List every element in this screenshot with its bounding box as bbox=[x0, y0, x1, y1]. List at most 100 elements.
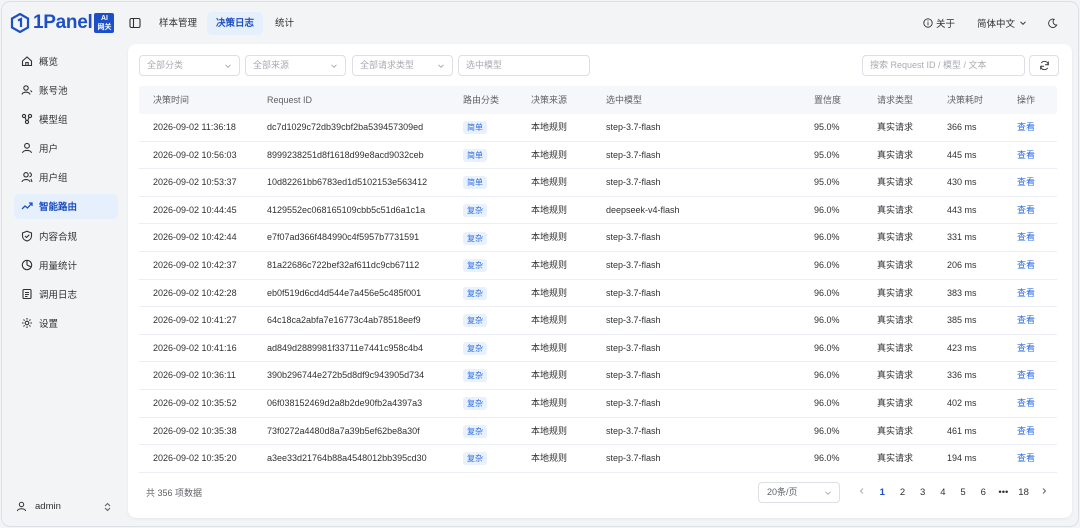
about-link[interactable]: 关于 bbox=[923, 16, 955, 30]
cell-decision-latency: 194 ms bbox=[947, 453, 977, 464]
table-row: 2026-09-02 10:42:44 e7f07ad366f484990c4f5… bbox=[139, 224, 1057, 252]
cell-confidence: 96.0% bbox=[814, 232, 840, 243]
page-button[interactable]: 6 bbox=[973, 487, 993, 498]
page-ellipsis[interactable]: ••• bbox=[993, 487, 1013, 498]
sidebar-item-users[interactable]: 用户 bbox=[14, 136, 118, 161]
page-button[interactable]: 2 bbox=[892, 487, 912, 498]
tab-statistics[interactable]: 统计 bbox=[266, 12, 303, 35]
pagination: 1 2 3 4 5 6 ••• 18 bbox=[852, 482, 1054, 503]
cell-decision-time: 2026-09-02 10:53:37 bbox=[153, 177, 237, 188]
cell-confidence: 96.0% bbox=[814, 425, 840, 436]
route-category-tag: 简单 bbox=[463, 176, 487, 190]
cell-decision-time: 2026-09-02 10:35:20 bbox=[153, 453, 237, 464]
sidebar-toggle-icon[interactable] bbox=[129, 17, 141, 29]
cell-selected-model: step-3.7-flash bbox=[606, 287, 661, 298]
view-link[interactable]: 查看 bbox=[1017, 169, 1035, 196]
app-window: 1Panel AI 网关 概览 账号池 模型组 用户 用户组 智能路由 内容合规 用量统计 调用… bbox=[1, 1, 1079, 527]
cell-selected-model: deepseek-v4-flash bbox=[606, 204, 680, 215]
cell-confidence: 96.0% bbox=[814, 259, 840, 270]
refresh-button[interactable] bbox=[1029, 55, 1059, 76]
cell-decision-source: 本地规则 bbox=[531, 397, 568, 408]
page-button[interactable]: 3 bbox=[913, 487, 933, 498]
smart-route-icon bbox=[21, 202, 33, 210]
category-select[interactable]: 全部分类 bbox=[139, 55, 240, 76]
cell-selected-model: step-3.7-flash bbox=[606, 370, 661, 381]
sidebar-item-content-compliance[interactable]: 内容合规 bbox=[14, 223, 118, 248]
search-input[interactable]: 搜索 Request ID / 模型 / 文本 bbox=[862, 55, 1025, 76]
language-select[interactable]: 简体中文 bbox=[977, 16, 1027, 30]
sidebar-item-account-pool[interactable]: 账号池 bbox=[14, 77, 118, 102]
tab-decision-log[interactable]: 决策日志 bbox=[207, 12, 264, 35]
column-header-selected-model: 选中模型 bbox=[606, 95, 643, 105]
route-category-tag: 复杂 bbox=[463, 231, 487, 245]
theme-toggle-icon[interactable] bbox=[1047, 18, 1058, 29]
cell-request-id: 390b296744e272b5d8df9c943905d734 bbox=[267, 370, 425, 381]
search-input-placeholder: 搜索 Request ID / 模型 / 文本 bbox=[870, 60, 987, 70]
request-type-select[interactable]: 全部请求类型 bbox=[352, 55, 453, 76]
cell-confidence: 96.0% bbox=[814, 342, 840, 353]
view-link[interactable]: 查看 bbox=[1017, 307, 1035, 334]
sidebar-item-call-logs[interactable]: 调用日志 bbox=[14, 282, 118, 307]
next-page-button[interactable] bbox=[1034, 487, 1054, 498]
page-button[interactable]: 4 bbox=[933, 487, 953, 498]
sidebar-item-usage-stats[interactable]: 用量统计 bbox=[14, 252, 118, 277]
cell-route-category: 复杂 bbox=[463, 418, 487, 445]
route-category-tag: 复杂 bbox=[463, 452, 487, 466]
cell-request-type: 真实请求 bbox=[877, 370, 914, 381]
source-select-value: 全部来源 bbox=[253, 60, 290, 70]
user-menu[interactable]: admin bbox=[16, 501, 112, 512]
source-select[interactable]: 全部来源 bbox=[245, 55, 346, 76]
table-row: 2026-09-02 10:36:11 390b296744e272b5d8df9… bbox=[139, 362, 1057, 390]
topbar: 样本管理 决策日志 统计 关于 简体中文 bbox=[126, 2, 1078, 44]
cell-request-type: 真实请求 bbox=[877, 122, 914, 132]
sidebar-item-label: 用量统计 bbox=[39, 260, 78, 272]
view-link[interactable]: 查看 bbox=[1017, 390, 1035, 417]
sidebar-item-settings[interactable]: 设置 bbox=[14, 311, 118, 336]
tab-sample-management[interactable]: 样本管理 bbox=[150, 12, 206, 35]
model-input-placeholder: 选中模型 bbox=[466, 60, 503, 70]
cell-decision-time: 2026-09-02 10:42:28 bbox=[153, 287, 237, 298]
cell-confidence: 95.0% bbox=[814, 177, 840, 188]
cell-decision-latency: 336 ms bbox=[947, 370, 977, 381]
view-link[interactable]: 查看 bbox=[1017, 197, 1035, 224]
column-header-route-category: 路由分类 bbox=[463, 95, 500, 105]
cell-request-type: 真实请求 bbox=[877, 287, 914, 298]
page-button[interactable]: 5 bbox=[953, 487, 973, 498]
cell-request-id: 8999238251d8f1618d99e8acd9032ceb bbox=[267, 149, 424, 160]
view-link[interactable]: 查看 bbox=[1017, 418, 1035, 445]
column-header-action: 操作 bbox=[1017, 95, 1036, 105]
chevron-down-icon bbox=[825, 491, 831, 496]
cell-request-type: 真实请求 bbox=[877, 149, 914, 160]
view-link[interactable]: 查看 bbox=[1017, 445, 1035, 472]
topbar-actions: 关于 简体中文 bbox=[923, 16, 1078, 30]
language-label: 简体中文 bbox=[976, 19, 1015, 30]
sidebar-item-model-group[interactable]: 模型组 bbox=[14, 106, 118, 131]
table-row: 2026-09-02 10:53:37 10d82261bb6783ed1d510… bbox=[139, 169, 1057, 197]
sidebar-item-smart-routing[interactable]: 智能路由 bbox=[14, 193, 118, 219]
sidebar-item-user-groups[interactable]: 用户组 bbox=[14, 165, 118, 190]
view-link[interactable]: 查看 bbox=[1017, 252, 1035, 279]
view-link[interactable]: 查看 bbox=[1017, 114, 1035, 141]
cell-request-type: 真实请求 bbox=[877, 259, 914, 270]
prev-page-button[interactable] bbox=[852, 487, 872, 498]
cell-request-id: 64c18ca2abfa7e16773c4ab78518eef9 bbox=[267, 315, 421, 326]
view-link[interactable]: 查看 bbox=[1017, 280, 1035, 307]
about-label: 关于 bbox=[935, 19, 955, 30]
cell-confidence: 96.0% bbox=[814, 204, 840, 215]
route-category-tag: 复杂 bbox=[463, 286, 487, 300]
cell-request-type: 真实请求 bbox=[877, 342, 914, 353]
page-button[interactable]: 18 bbox=[1014, 487, 1034, 498]
route-category-tag: 复杂 bbox=[463, 369, 487, 383]
view-link[interactable]: 查看 bbox=[1017, 335, 1035, 362]
column-header-confidence: 置信度 bbox=[814, 95, 842, 105]
cell-decision-latency: 423 ms bbox=[947, 342, 977, 353]
view-link[interactable]: 查看 bbox=[1017, 224, 1035, 251]
page-button[interactable]: 1 bbox=[872, 487, 892, 498]
sidebar-item-overview[interactable]: 概览 bbox=[14, 48, 118, 73]
sidebar-item-label: 智能路由 bbox=[39, 202, 78, 214]
view-link[interactable]: 查看 bbox=[1017, 142, 1035, 169]
view-link[interactable]: 查看 bbox=[1017, 362, 1035, 389]
model-input[interactable]: 选中模型 bbox=[458, 55, 590, 76]
table-row: 2026-09-02 11:36:18 dc7d1029c72db39cbf2ba… bbox=[139, 114, 1057, 142]
page-size-select[interactable]: 20条/页 bbox=[758, 482, 840, 503]
